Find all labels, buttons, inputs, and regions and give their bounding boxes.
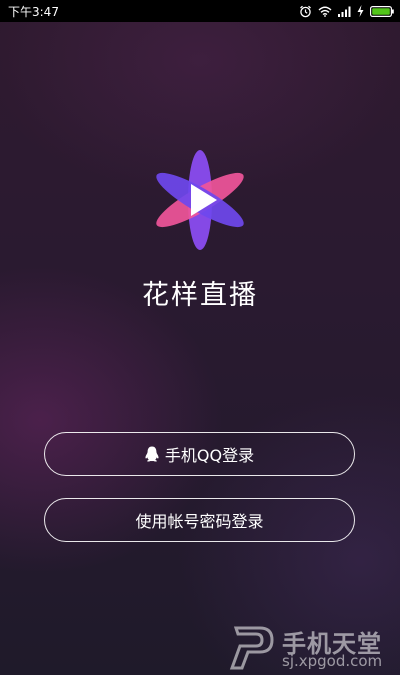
watermark: 手机天堂 sj.xpgod.com xyxy=(222,622,398,674)
status-bar: 下午3:47 xyxy=(0,0,400,22)
signal-icon xyxy=(338,6,351,17)
app-name: 花样直播 xyxy=(142,280,258,311)
app-logo-icon xyxy=(156,150,244,250)
alarm-icon xyxy=(300,5,311,17)
qq-login-label: 手机QQ登录 xyxy=(164,446,255,465)
wifi-icon xyxy=(318,6,332,17)
app-logo xyxy=(145,145,255,255)
account-login-button[interactable]: 使用帐号密码登录 xyxy=(44,498,355,542)
battery-icon xyxy=(370,5,394,17)
charging-icon xyxy=(357,5,364,17)
status-time: 下午3:47 xyxy=(8,4,59,19)
qq-penguin-icon xyxy=(145,446,159,462)
account-login-label: 使用帐号密码登录 xyxy=(135,512,264,531)
watermark-url: sj.xpgod.com xyxy=(282,652,383,670)
status-icons xyxy=(299,5,394,18)
qq-login-button[interactable]: 手机QQ登录 xyxy=(44,432,355,476)
watermark-logo-icon xyxy=(229,626,274,670)
